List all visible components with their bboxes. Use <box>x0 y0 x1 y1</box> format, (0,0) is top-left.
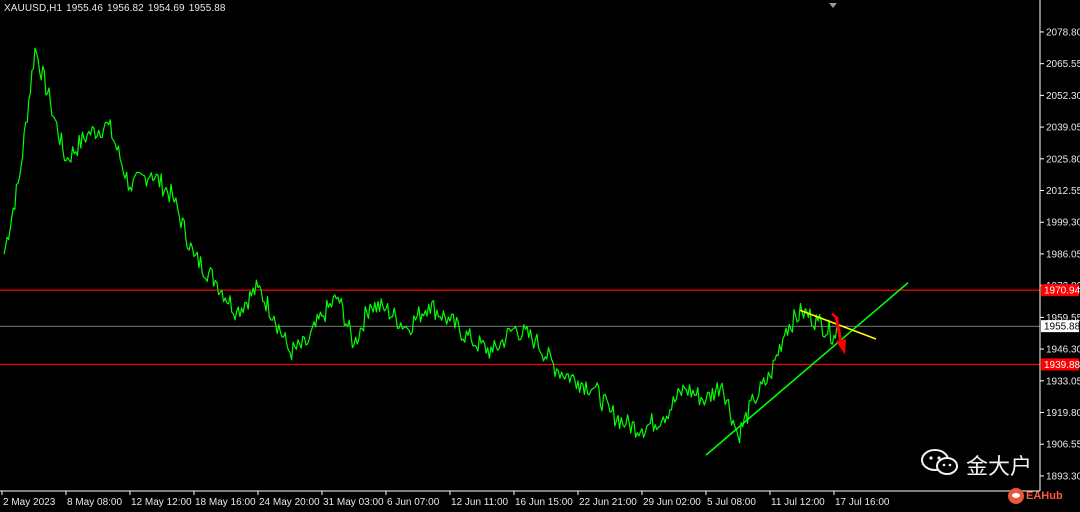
low-price: 1954.69 <box>147 3 185 14</box>
y-tick-label: 1986.05 <box>1046 249 1080 260</box>
y-tick-label: 2025.80 <box>1046 154 1080 165</box>
close-price: 1955.88 <box>188 3 226 14</box>
price-label-text: 1939.88 <box>1044 360 1080 371</box>
y-tick-label: 1946.30 <box>1046 345 1080 356</box>
x-tick-label: 22 Jun 21:00 <box>579 497 637 508</box>
y-tick-label: 2012.55 <box>1046 186 1080 197</box>
price-chart[interactable]: 2078.80 2065.55 2052.30 2039.05 2025.80 2012.… <box>0 0 1080 512</box>
x-tick-label: 18 May 16:00 <box>195 497 256 508</box>
price-label-text: 1970.94 <box>1044 286 1080 297</box>
price-label-text: 1955.88 <box>1044 322 1080 333</box>
eahub-logo-icon <box>1008 487 1024 504</box>
x-tick-label: 12 Jun 11:00 <box>451 497 509 508</box>
x-tick-label: 17 Jul 16:00 <box>835 497 890 508</box>
y-tick-label: 2065.55 <box>1046 59 1080 70</box>
x-tick-label: 11 Jul 12:00 <box>771 497 825 508</box>
eahub-text: EAHub <box>1026 489 1063 502</box>
wechat-icon <box>921 449 958 475</box>
eahub-badge: EAHub <box>1008 487 1063 504</box>
x-tick-label: 16 Jun 15:00 <box>515 497 573 508</box>
high-price: 1956.82 <box>107 3 144 14</box>
y-axis-ticks: 2078.80 2065.55 2052.30 2039.05 2025.80 2012.… <box>1040 27 1080 482</box>
y-tick-label: 2052.30 <box>1046 91 1080 102</box>
x-tick-label: 5 Jul 08:00 <box>707 497 756 508</box>
y-tick-label: 1999.30 <box>1046 218 1080 229</box>
symbol-name: XAUUSD,H1 <box>4 3 63 14</box>
x-tick-label: 29 Jun 02:00 <box>643 497 701 508</box>
y-tick-label: 1933.05 <box>1046 376 1080 387</box>
x-tick-label: 6 Jun 07:00 <box>387 497 440 508</box>
y-tick-label: 1919.80 <box>1046 408 1080 419</box>
x-tick-label: 31 May 03:00 <box>323 497 384 508</box>
x-tick-label: 24 May 20:00 <box>259 497 320 508</box>
x-tick-label: 2 May 2023 <box>3 497 56 508</box>
y-tick-label: 2078.80 <box>1046 27 1080 38</box>
y-tick-label: 2039.05 <box>1046 123 1080 134</box>
open-price: 1955.46 <box>66 3 103 14</box>
chart-background <box>0 0 1080 512</box>
watermark-text: 金大户 <box>966 455 1033 480</box>
symbol-info: XAUUSD,H1 1955.46 1956.82 1954.69 1955.88 <box>4 3 230 14</box>
y-tick-label: 1906.55 <box>1046 440 1080 451</box>
x-tick-label: 12 May 12:00 <box>131 497 192 508</box>
y-tick-label: 1893.30 <box>1046 471 1080 482</box>
x-tick-label: 8 May 08:00 <box>67 497 122 508</box>
